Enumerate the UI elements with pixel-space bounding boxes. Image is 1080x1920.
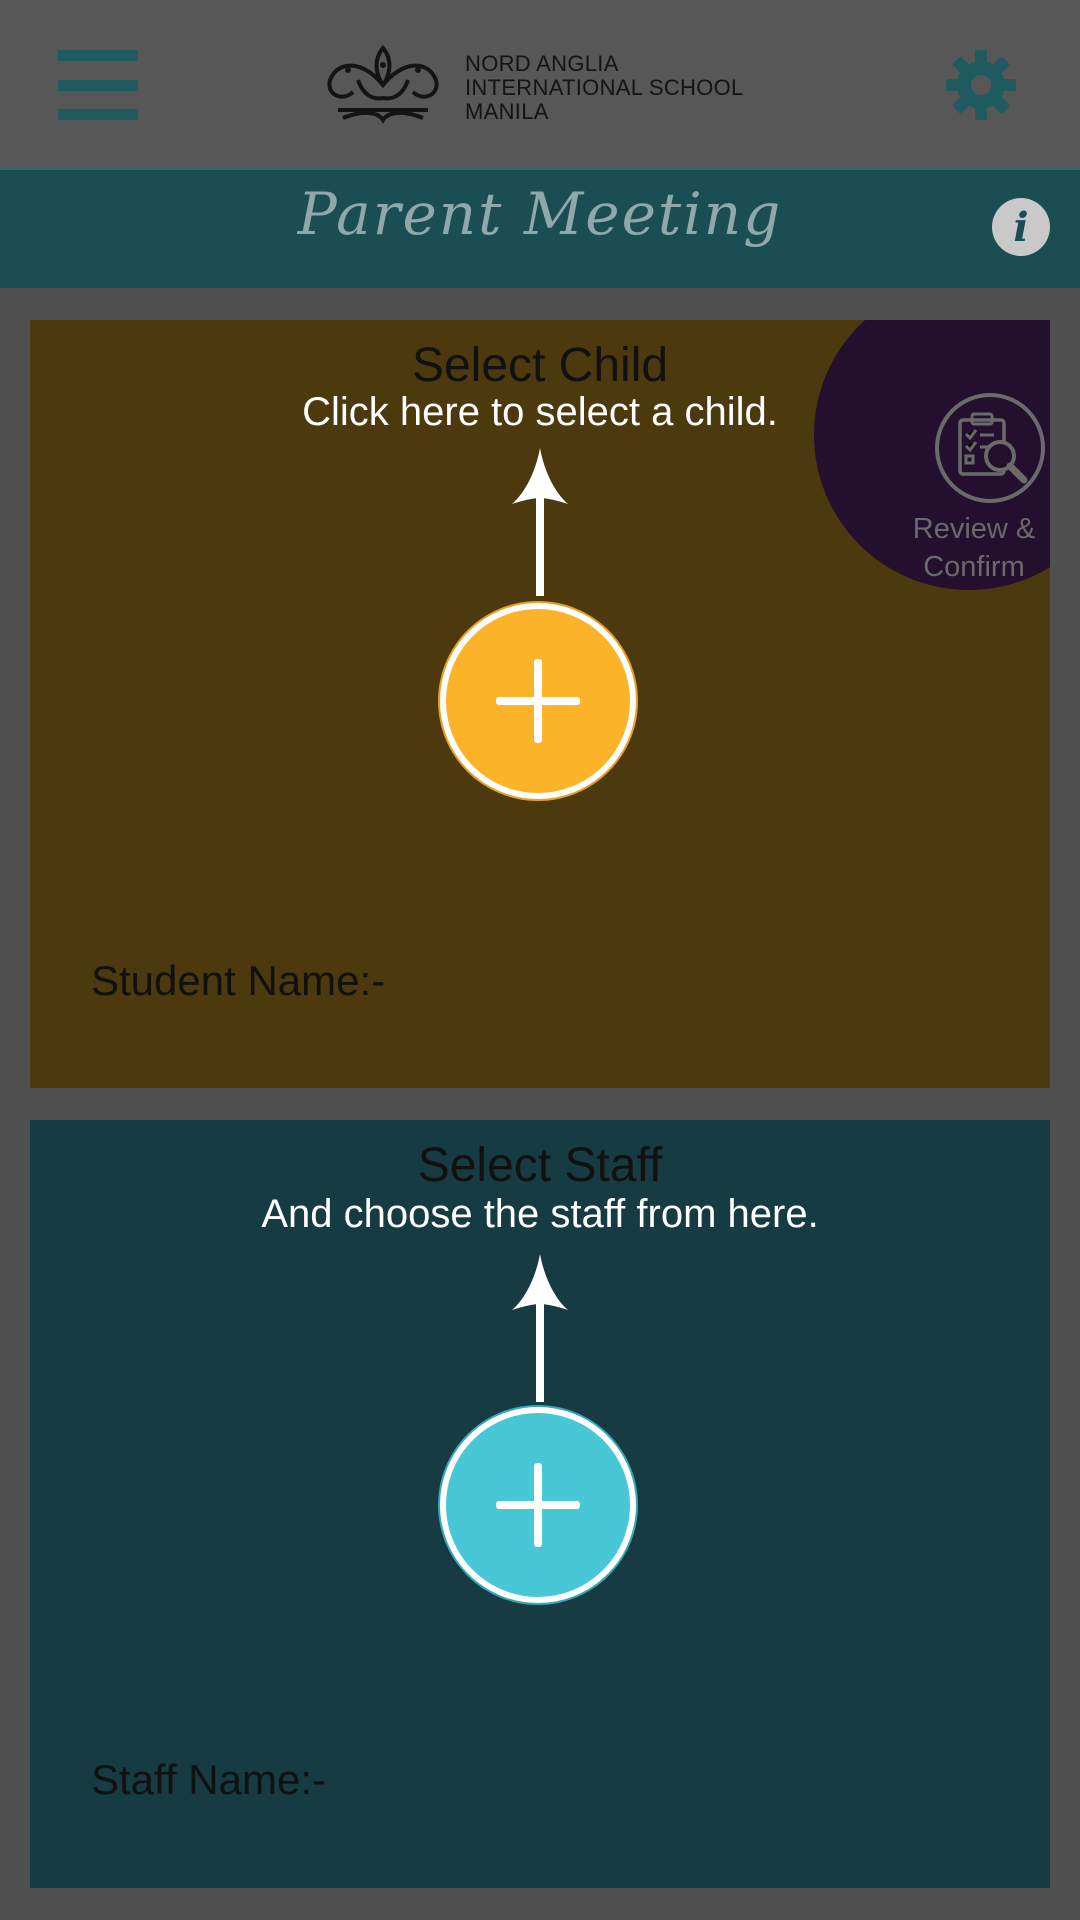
select-staff-card[interactable]: Select Staff And choose the staff from h…: [30, 1120, 1050, 1888]
info-button-icon[interactable]: i: [992, 198, 1050, 256]
arrow-up-icon: [512, 1254, 568, 1402]
review-label-line1: Review &: [912, 513, 1036, 545]
student-name-label: Student Name:-: [91, 957, 386, 1004]
hamburger-menu-icon[interactable]: [58, 50, 138, 120]
review-confirm-button[interactable]: Review & Confirm: [814, 320, 1050, 590]
select-staff-title: Select Staff: [417, 1139, 663, 1192]
school-name-line3: MANILA: [465, 99, 549, 124]
page-title: Parent Meeting: [297, 180, 783, 248]
arrow-up-icon: [512, 448, 568, 596]
add-staff-button[interactable]: [440, 1407, 636, 1603]
school-logo: NORD ANGLIA INTERNATIONAL SCHOOL MANILA: [318, 40, 768, 130]
add-child-button[interactable]: [440, 603, 636, 799]
select-child-card[interactable]: Select Child Click here to select a chil…: [30, 320, 1050, 1088]
school-name-line2: INTERNATIONAL SCHOOL: [465, 75, 744, 100]
review-confirm-label: Review & Confirm: [854, 510, 1050, 586]
app-header: NORD ANGLIA INTERNATIONAL SCHOOL MANILA: [0, 0, 1080, 168]
school-name: NORD ANGLIA INTERNATIONAL SCHOOL MANILA: [465, 52, 744, 124]
settings-gear-icon[interactable]: [944, 48, 1018, 122]
clipboard-search-icon: [935, 393, 1045, 503]
crown-crest-icon: [327, 44, 439, 124]
review-label-line2: Confirm: [923, 551, 1025, 583]
school-name-line1: NORD ANGLIA: [465, 51, 619, 76]
title-bar: Parent Meeting: [0, 168, 1080, 288]
staff-name-label: Staff Name:-: [91, 1756, 326, 1803]
select-staff-hint: And choose the staff from here.: [261, 1192, 819, 1236]
